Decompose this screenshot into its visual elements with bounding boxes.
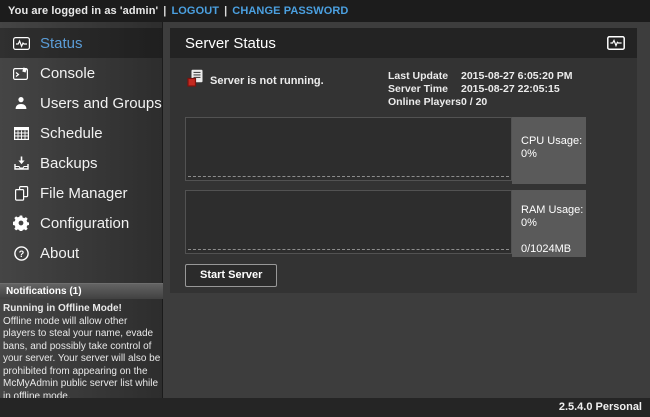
notification-text: Offline mode will allow other players to… [3,316,161,404]
console-icon [11,67,31,80]
notification-title: Running in Offline Mode! [3,303,161,316]
separator: | [224,5,227,17]
cpu-usage-box: CPU Usage: 0% [512,117,586,184]
notifications-body: Running in Offline Mode! Offline mode wi… [3,303,161,403]
info-row: Last Update2015-08-27 6:05:20 PM [388,70,573,83]
sidebar-item-backups[interactable]: Backups [0,148,162,178]
separator: | [163,5,166,17]
info-value: 2015-08-27 22:05:15 [461,83,560,96]
ram-usage-label: RAM Usage: [521,204,586,217]
sidebar-item-label: Schedule [40,125,103,142]
mcmyadmin-window: You are logged in as 'admin' | LOGOUT | … [0,0,650,417]
panel-body: Server is not running. Last Update2015-0… [170,58,637,293]
version-label: 2.5.4.0 Personal [559,401,642,413]
bottombar: 2.5.4.0 Personal [0,398,650,417]
spacer [521,230,586,243]
cpu-usage-label: CPU Usage: [521,135,586,148]
cpu-usage-value: 0% [521,148,586,161]
sidebar-item-label: File Manager [40,185,128,202]
page-title: Server Status [185,35,607,52]
sidebar-item-label: Status [40,35,83,52]
ram-usage-chart [185,190,512,254]
server-status-panel: Server Status Server is not running. Las… [170,28,637,293]
info-label: Last Update [388,70,461,83]
status-info: Last Update2015-08-27 6:05:20 PMServer T… [388,70,573,109]
sidebar-item-console[interactable]: Console [0,58,162,88]
panel-header: Server Status [170,28,637,58]
sidebar-item-about[interactable]: ? About [0,238,162,268]
topbar: You are logged in as 'admin' | LOGOUT | … [0,0,650,22]
sidebar-item-label: About [40,245,79,262]
sidebar-item-label: Console [40,65,95,82]
sidebar-item-status[interactable]: Status [0,28,162,58]
sidebar-item-configuration[interactable]: Configuration [0,208,162,238]
sidebar-item-schedule[interactable]: Schedule [0,118,162,148]
info-label: Server Time [388,83,461,96]
server-stopped-icon [187,69,205,92]
file-manager-icon [11,186,31,201]
sidebar-item-label: Backups [40,155,98,172]
sidebar: Status Console Users and Groups Schedule Bac… [0,22,163,398]
activity-icon [607,36,625,50]
backups-icon [11,156,31,170]
activity-icon [11,37,31,50]
info-label: Online Players [388,96,461,109]
ram-usage-detail: 0/1024MB [521,243,586,256]
question-icon: ? [11,246,31,261]
logout-link[interactable]: LOGOUT [171,5,219,17]
svg-text:?: ? [18,248,24,258]
sidebar-menu: Status Console Users and Groups Schedule Bac… [0,22,162,268]
users-icon [11,96,31,110]
start-server-button[interactable]: Start Server [185,264,277,287]
sidebar-item-label: Users and Groups [40,95,162,112]
gear-icon [11,215,31,231]
info-value: 0 / 20 [461,96,487,109]
info-row: Online Players0 / 20 [388,96,573,109]
cpu-usage-chart [185,117,512,181]
ram-usage-box: RAM Usage: 0% 0/1024MB [512,190,586,257]
sidebar-item-users-and-groups[interactable]: Users and Groups [0,88,162,118]
server-status-message: Server is not running. [210,75,324,87]
ram-usage-value: 0% [521,217,586,230]
schedule-icon [11,126,31,140]
logged-in-text: You are logged in as 'admin' [8,5,158,17]
sidebar-item-label: Configuration [40,215,129,232]
info-value: 2015-08-27 6:05:20 PM [461,70,573,83]
info-row: Server Time2015-08-27 22:05:15 [388,83,573,96]
sidebar-item-file-manager[interactable]: File Manager [0,178,162,208]
notifications-header: Notifications (1) [0,283,163,299]
change-password-link[interactable]: CHANGE PASSWORD [232,5,348,17]
